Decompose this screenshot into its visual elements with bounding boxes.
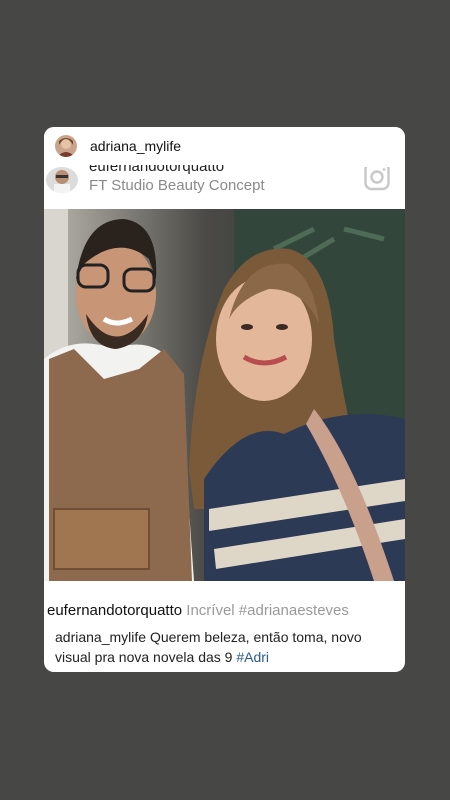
story-header: adriana_mylife	[44, 127, 405, 165]
caption-text: Incrível #adrianaesteves	[186, 602, 349, 619]
comment-author[interactable]: adriana_mylife	[55, 629, 146, 645]
story-username[interactable]: adriana_mylife	[90, 138, 181, 154]
post-author-avatar[interactable]	[46, 167, 78, 193]
post-header: eufernandotorquatto FT Studio Beauty Con…	[44, 165, 405, 209]
comment-hashtag[interactable]: #Adri	[236, 649, 269, 665]
post-author-username[interactable]: eufernandotorquatto	[89, 165, 224, 175]
story-avatar[interactable]	[55, 135, 77, 157]
post-photo	[44, 209, 405, 581]
post-comment: adriana_mylife Querem beleza, então toma…	[55, 627, 395, 667]
reposted-post-card: adriana_mylife eufernandotorquatto FT St…	[44, 127, 405, 672]
post-caption: eufernandotorquatto Incrível #adrianaest…	[47, 602, 349, 620]
caption-author[interactable]: eufernandotorquatto	[47, 602, 182, 619]
post-location[interactable]: FT Studio Beauty Concept	[89, 177, 265, 195]
instagram-icon	[364, 165, 390, 191]
